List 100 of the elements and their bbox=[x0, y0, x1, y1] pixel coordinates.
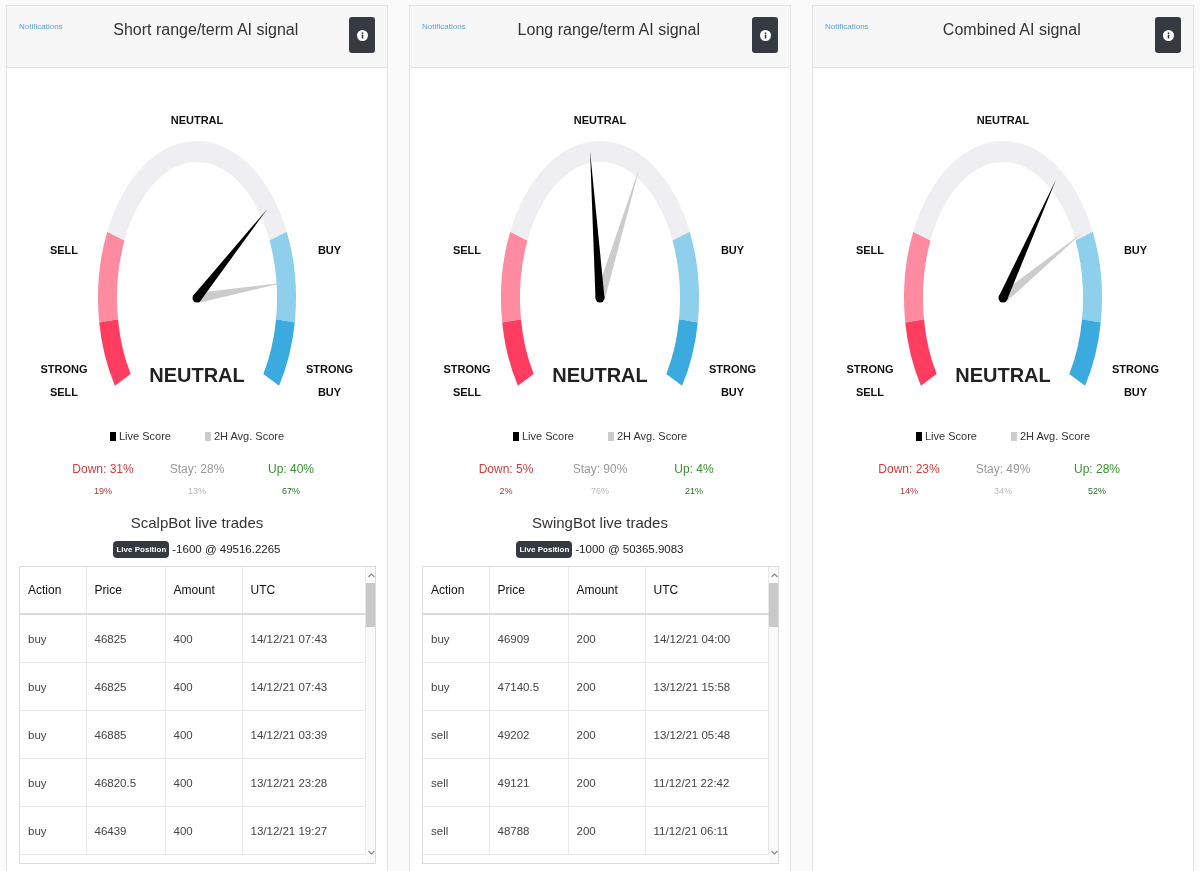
table-cell: 14/12/21 07:43 bbox=[242, 662, 365, 711]
table-cell: sell bbox=[423, 710, 489, 759]
scrollbar[interactable] bbox=[768, 567, 778, 863]
info-button[interactable] bbox=[752, 17, 778, 53]
table-cell: 46825 bbox=[86, 614, 165, 663]
stat-average: 13% bbox=[188, 485, 206, 497]
legend-label: Live Score bbox=[924, 429, 977, 443]
stat-value: Stay: 28% bbox=[169, 461, 225, 477]
column-header: Price bbox=[489, 567, 568, 614]
table-cell: 14/12/21 04:00 bbox=[645, 614, 768, 663]
stat-value: Stay: 90% bbox=[572, 461, 628, 477]
stat-value: Stay: 49% bbox=[975, 461, 1031, 477]
info-icon bbox=[1162, 29, 1174, 41]
gauge-label: STRONG BUY bbox=[305, 362, 354, 400]
gauge-label: BUY bbox=[720, 244, 745, 257]
position-text: -1600 @ 49516.2265 bbox=[172, 542, 281, 557]
column-header: Amount bbox=[165, 567, 242, 614]
gauge-label: STRONG SELL bbox=[846, 362, 894, 400]
gauge-label: NEUTRAL bbox=[976, 114, 1030, 127]
column-header: Action bbox=[20, 567, 86, 614]
table-cell: 46909 bbox=[489, 614, 568, 663]
trades-title: SwingBot live trades bbox=[532, 513, 668, 532]
scrollbar-thumb[interactable] bbox=[768, 583, 778, 627]
notifications-link[interactable]: Notifications bbox=[19, 21, 63, 32]
live-position-badge: Live Position bbox=[113, 541, 170, 558]
stat-average: 19% bbox=[94, 485, 112, 497]
table-cell: 46439 bbox=[86, 806, 165, 855]
panel-title: Combined AI signal bbox=[942, 20, 1081, 40]
stat-value: Down: 5% bbox=[478, 461, 534, 477]
table-cell: 49202 bbox=[489, 710, 568, 759]
chevron-up-icon[interactable] bbox=[368, 573, 375, 578]
gauge-label: STRONG BUY bbox=[1111, 362, 1160, 400]
table-cell: buy bbox=[423, 662, 489, 711]
gauge-label: SELL bbox=[855, 244, 885, 257]
column-header: Price bbox=[86, 567, 165, 614]
gauge-label: NEUTRAL bbox=[573, 114, 627, 127]
info-icon bbox=[356, 29, 368, 41]
panel-title: Short range/term AI signal bbox=[113, 20, 299, 40]
table-cell: sell bbox=[423, 806, 489, 855]
table-cell: 400 bbox=[165, 662, 242, 711]
scrollbar[interactable] bbox=[365, 567, 375, 863]
column-header: Amount bbox=[568, 567, 645, 614]
stat-average: 14% bbox=[900, 485, 918, 497]
gauge-label: SELL bbox=[49, 244, 79, 257]
table-cell: 13/12/21 15:58 bbox=[645, 662, 768, 711]
gauge-label: BUY bbox=[1123, 244, 1148, 257]
chevron-down-icon[interactable] bbox=[368, 850, 375, 855]
table-cell: 400 bbox=[165, 758, 242, 807]
table-cell: buy bbox=[20, 662, 86, 711]
table-cell: buy bbox=[20, 710, 86, 759]
gauge-reading: NEUTRAL bbox=[955, 364, 1051, 386]
gauge-label: NEUTRAL bbox=[170, 114, 224, 127]
stat-average: 52% bbox=[1088, 485, 1106, 497]
chevron-down-icon[interactable] bbox=[771, 850, 778, 855]
table-cell: 46825 bbox=[86, 662, 165, 711]
stat-average: 76% bbox=[591, 485, 609, 497]
table-cell: 200 bbox=[568, 662, 645, 711]
legend-label: 2H Avg. Score bbox=[616, 429, 688, 443]
table-cell: 400 bbox=[165, 806, 242, 855]
table-cell: 13/12/21 05:48 bbox=[645, 710, 768, 759]
stat-value: Up: 28% bbox=[1074, 461, 1120, 477]
stat-average: 34% bbox=[994, 485, 1012, 497]
info-button[interactable] bbox=[1155, 17, 1181, 53]
stat-average: 2% bbox=[499, 485, 513, 497]
table-cell: 11/12/21 06:11 bbox=[645, 806, 768, 855]
legend-label: 2H Avg. Score bbox=[1019, 429, 1091, 443]
gauge-reading: NEUTRAL bbox=[552, 364, 648, 386]
table-cell: 200 bbox=[568, 806, 645, 855]
gauge-label: STRONG SELL bbox=[40, 362, 88, 400]
table-cell: 400 bbox=[165, 710, 242, 759]
trades-title: ScalpBot live trades bbox=[130, 513, 264, 532]
gauge-label: BUY bbox=[317, 244, 342, 257]
table-cell: buy bbox=[20, 758, 86, 807]
info-icon bbox=[759, 29, 771, 41]
legend-label: Live Score bbox=[521, 429, 574, 443]
panel-title: Long range/term AI signal bbox=[517, 20, 700, 40]
legend-label: Live Score bbox=[118, 429, 171, 443]
table-cell: 200 bbox=[568, 710, 645, 759]
info-button[interactable] bbox=[349, 17, 375, 53]
table-cell: buy bbox=[20, 614, 86, 663]
table-cell: 14/12/21 03:39 bbox=[242, 710, 365, 759]
stat-value: Down: 31% bbox=[72, 461, 134, 477]
gauge-label: STRONG BUY bbox=[708, 362, 757, 400]
gauge-reading: NEUTRAL bbox=[149, 364, 245, 386]
position-text: -1000 @ 50365.9083 bbox=[575, 542, 684, 557]
table-cell: 200 bbox=[568, 758, 645, 807]
table-cell: buy bbox=[20, 806, 86, 855]
chevron-up-icon[interactable] bbox=[771, 573, 778, 578]
scrollbar-thumb[interactable] bbox=[365, 583, 375, 627]
table-cell: 200 bbox=[568, 614, 645, 663]
notifications-link[interactable]: Notifications bbox=[825, 21, 869, 32]
notifications-link[interactable]: Notifications bbox=[422, 21, 466, 32]
live-position-badge: Live Position bbox=[516, 541, 573, 558]
table-cell: 400 bbox=[165, 614, 242, 663]
table-cell: buy bbox=[423, 614, 489, 663]
table-cell: 49121 bbox=[489, 758, 568, 807]
gauge-label: SELL bbox=[452, 244, 482, 257]
stat-value: Down: 23% bbox=[878, 461, 940, 477]
table-cell: 13/12/21 23:28 bbox=[242, 758, 365, 807]
legend-label: 2H Avg. Score bbox=[213, 429, 285, 443]
